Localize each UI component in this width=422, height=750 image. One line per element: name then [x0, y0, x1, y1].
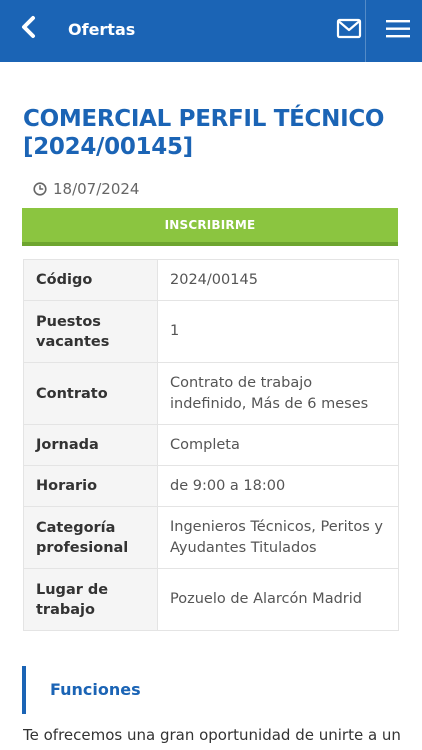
detail-key: Jornada — [23, 424, 158, 466]
functions-heading: Funciones — [50, 680, 141, 699]
table-row: Contrato Contrato de trabajo indefinido,… — [23, 362, 399, 425]
subscribe-button[interactable]: INSCRIBIRME — [22, 208, 398, 246]
detail-key: Lugar de trabajo — [23, 568, 158, 631]
detail-key: Código — [23, 259, 158, 301]
menu-button[interactable] — [386, 18, 410, 40]
detail-value: Contrato de trabajo indefinido, Más de 6… — [157, 362, 399, 425]
page-title: Ofertas — [68, 20, 136, 39]
table-row: Puestos vacantes 1 — [23, 300, 399, 363]
functions-section-header: Funciones — [22, 666, 398, 714]
table-row: Jornada Completa — [23, 424, 399, 466]
publication-date: 18/07/2024 — [33, 180, 139, 198]
hamburger-menu-icon — [386, 20, 410, 38]
detail-key: Contrato — [23, 362, 158, 425]
date-text: 18/07/2024 — [53, 180, 140, 198]
top-app-bar: Ofertas — [0, 0, 422, 62]
mail-button[interactable] — [336, 18, 362, 40]
functions-text: Te ofrecemos una gran oportunidad de uni… — [23, 726, 401, 744]
table-row: Lugar de trabajo Pozuelo de Alarcón Madr… — [23, 568, 399, 631]
detail-value: Completa — [157, 424, 399, 466]
detail-value: Ingenieros Técnicos, Peritos y Ayudantes… — [157, 506, 399, 569]
table-row: Categoría profesional Ingenieros Técnico… — [23, 506, 399, 569]
envelope-icon — [336, 18, 362, 39]
detail-value: 1 — [157, 300, 399, 363]
back-button[interactable] — [18, 14, 42, 42]
table-row: Código 2024/00145 — [23, 259, 399, 301]
table-row: Horario de 9:00 a 18:00 — [23, 465, 399, 507]
detail-key: Horario — [23, 465, 158, 507]
job-title: COMERCIAL PERFIL TÉCNICO [2024/00145] — [23, 106, 385, 160]
detail-value: 2024/00145 — [157, 259, 399, 301]
detail-value: Pozuelo de Alarcón Madrid — [157, 568, 399, 631]
detail-key: Puestos vacantes — [23, 300, 158, 363]
header-divider — [365, 0, 366, 62]
clock-icon — [33, 182, 47, 196]
chevron-left-icon — [22, 16, 35, 38]
detail-key: Categoría profesional — [23, 506, 158, 569]
detail-value: de 9:00 a 18:00 — [157, 465, 399, 507]
job-details-table: Código 2024/00145 Puestos vacantes 1 Con… — [23, 259, 399, 631]
